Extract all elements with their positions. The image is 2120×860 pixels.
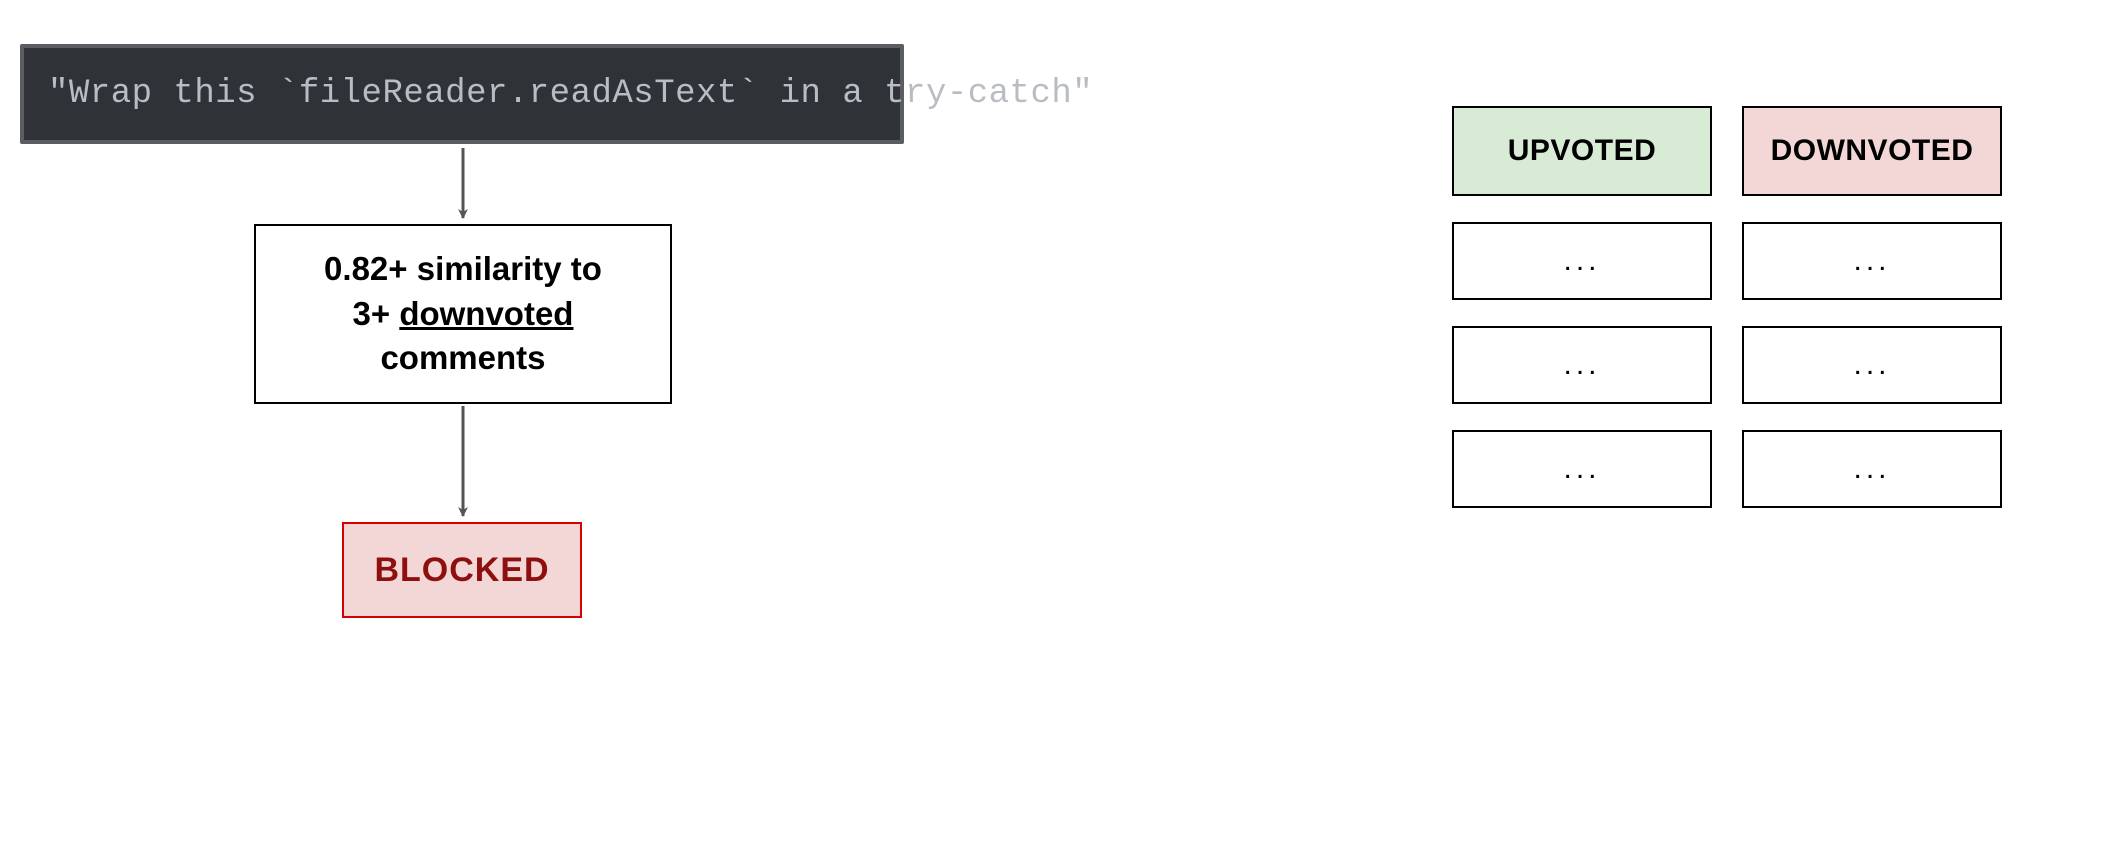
upvoted-column: UPVOTED ... ... ... xyxy=(1452,106,1712,508)
downvoted-header-label: DOWNVOTED xyxy=(1771,134,1974,168)
blocked-status-box: BLOCKED xyxy=(342,522,582,618)
similarity-rule-box: 0.82+ similarity to 3+ downvoted comment… xyxy=(254,224,672,404)
code-review-comment: "Wrap this `fileReader.readAsText` in a … xyxy=(20,44,904,144)
vote-columns: UPVOTED ... ... ... DOWNVOTED ... ... ..… xyxy=(1452,106,2002,508)
rule-line-2-underlined: downvoted xyxy=(399,295,573,332)
upvoted-header-label: UPVOTED xyxy=(1508,134,1657,168)
upvoted-cell: ... xyxy=(1452,430,1712,508)
similarity-rule-text: 0.82+ similarity to 3+ downvoted comment… xyxy=(324,247,602,381)
code-review-comment-text: "Wrap this `fileReader.readAsText` in a … xyxy=(48,75,1093,113)
downvoted-cell-text: ... xyxy=(1853,452,1890,486)
diagram-canvas: "Wrap this `fileReader.readAsText` in a … xyxy=(0,0,2120,860)
downvoted-cell-text: ... xyxy=(1853,348,1890,382)
upvoted-cell-text: ... xyxy=(1563,244,1600,278)
downvoted-header: DOWNVOTED xyxy=(1742,106,2002,196)
upvoted-cell: ... xyxy=(1452,222,1712,300)
blocked-label: BLOCKED xyxy=(374,551,549,590)
rule-line-3: comments xyxy=(380,339,545,376)
downvoted-cell-text: ... xyxy=(1853,244,1890,278)
rule-line-2-pre: 3+ xyxy=(353,295,400,332)
rule-line-1: 0.82+ similarity to xyxy=(324,250,602,287)
upvoted-header: UPVOTED xyxy=(1452,106,1712,196)
downvoted-cell: ... xyxy=(1742,326,2002,404)
downvoted-cell: ... xyxy=(1742,430,2002,508)
downvoted-column: DOWNVOTED ... ... ... xyxy=(1742,106,2002,508)
upvoted-cell: ... xyxy=(1452,326,1712,404)
upvoted-cell-text: ... xyxy=(1563,452,1600,486)
upvoted-cell-text: ... xyxy=(1563,348,1600,382)
downvoted-cell: ... xyxy=(1742,222,2002,300)
